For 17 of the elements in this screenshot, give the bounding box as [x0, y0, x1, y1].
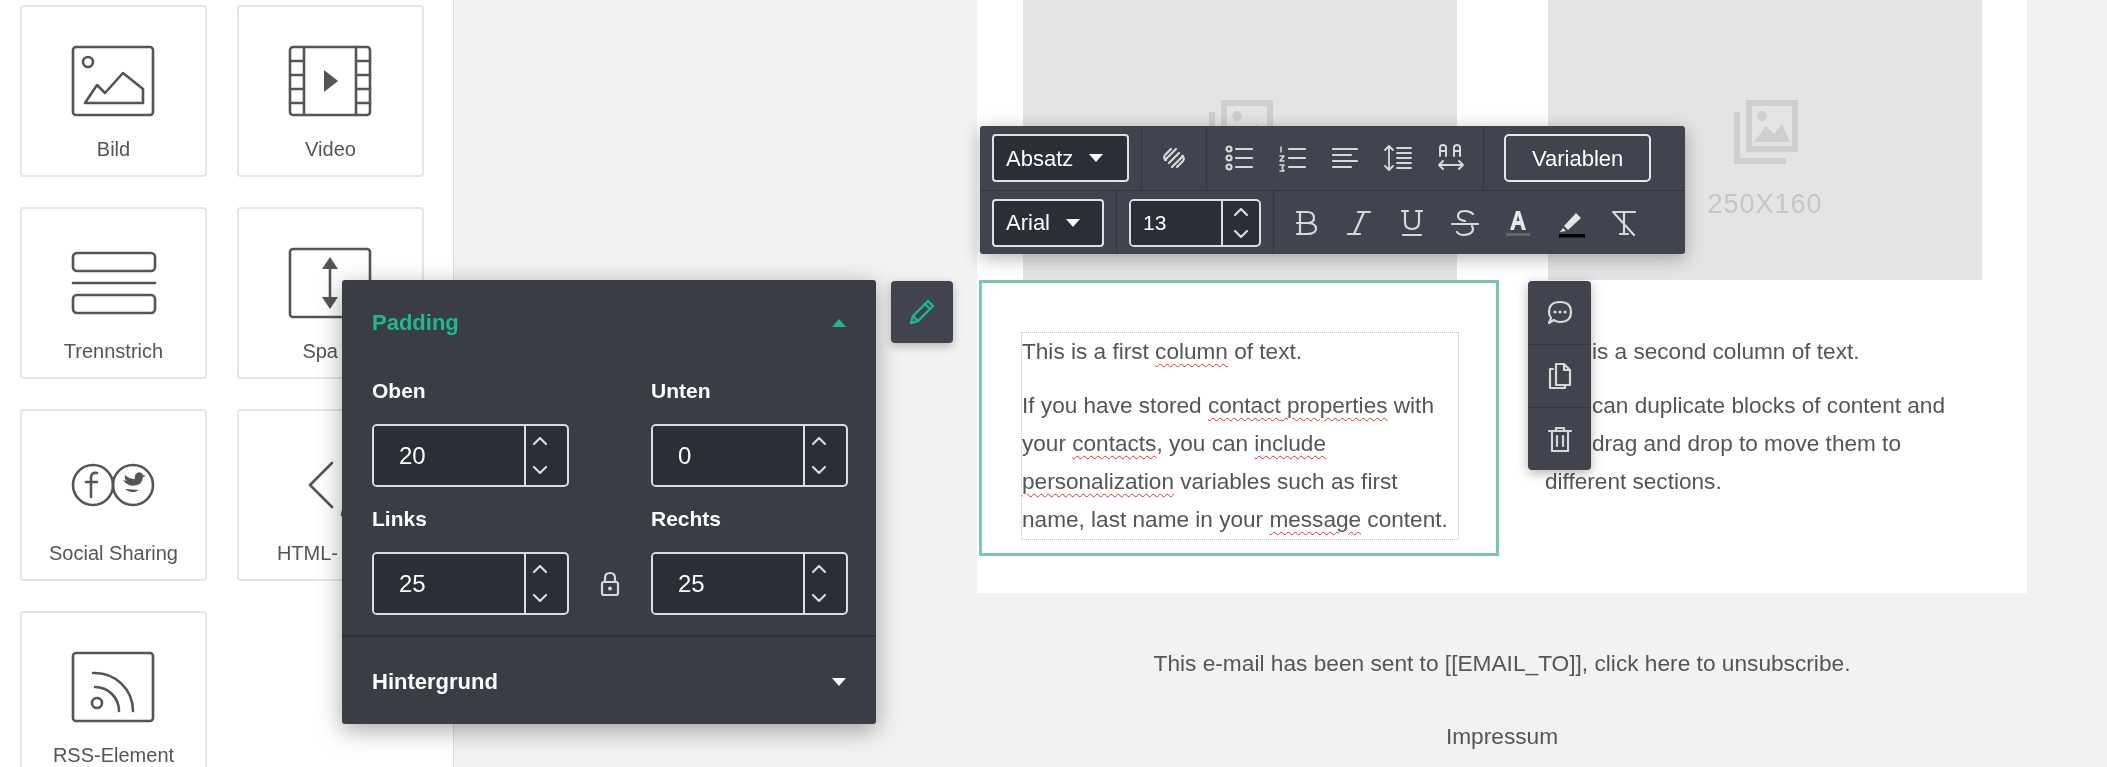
field-label: Unten — [651, 379, 712, 403]
tile-label: Trennstrich — [63, 339, 164, 363]
tile-label: Social Sharing — [49, 541, 178, 565]
text-line: drag and drop to move them to — [1592, 430, 1901, 458]
tile-label: Spa — [302, 339, 338, 363]
footer-notice: This e-mail has been sent to [[EMAIL_TO]], click here to unsubscribe. — [1152, 650, 1852, 676]
tile-label: HTML- — [276, 541, 338, 565]
tile-label: RSS-Element — [52, 743, 175, 767]
text-line: can duplicate blocks of content and — [1592, 392, 1945, 420]
field-label: Oben — [372, 379, 427, 403]
tile-label: Video — [305, 137, 356, 161]
paragraph-text: This is a first column of text. — [1022, 338, 1302, 366]
paragraph-text: is a second column of text. — [1591, 338, 1860, 366]
text-line: different sections. — [1545, 468, 1722, 496]
tile-label: Bild — [96, 137, 131, 161]
paragraph-text: If you have stored contact properties with your contacts, you can include personalization variables such as first name, last name in your message content. — [1022, 392, 1448, 534]
field-label: Rechts — [651, 507, 723, 531]
